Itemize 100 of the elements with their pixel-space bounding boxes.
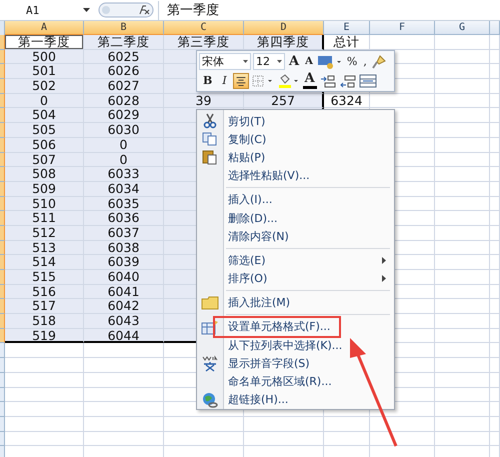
menu-item[interactable]: 设置单元格格式(F)... xyxy=(197,318,394,336)
row-header[interactable] xyxy=(0,226,5,241)
menu-item[interactable]: 删除(D)... xyxy=(197,208,394,228)
brush-icon[interactable] xyxy=(370,54,387,70)
table-cell: 6042 xyxy=(84,299,164,314)
function-icon[interactable] xyxy=(98,2,154,18)
select-all-corner[interactable] xyxy=(0,21,5,35)
row-header[interactable] xyxy=(0,79,5,94)
font-dropdown[interactable]: 宋体 xyxy=(199,53,251,70)
increase-decimal-icon[interactable] xyxy=(318,72,337,88)
italic-button[interactable]: I xyxy=(218,72,231,89)
table-cell xyxy=(435,123,490,138)
row-header[interactable] xyxy=(0,50,5,64)
table-cell: 6025 xyxy=(84,50,164,64)
table-cell xyxy=(490,343,500,358)
menu-item[interactable]: 清除内容(N) xyxy=(197,227,394,246)
column-header[interactable]: C xyxy=(164,21,244,35)
format-button[interactable]: , xyxy=(361,53,369,70)
table-cell: 507 xyxy=(5,152,84,168)
table-cell xyxy=(490,314,500,329)
align-center-icon[interactable] xyxy=(232,72,249,88)
menu-item[interactable]: 复制(C) xyxy=(197,130,394,148)
column-header[interactable]: E xyxy=(324,21,370,35)
bold-button[interactable]: B xyxy=(199,72,216,89)
row-header[interactable] xyxy=(0,167,5,182)
table-cell xyxy=(490,64,500,80)
row-header[interactable] xyxy=(0,240,5,256)
row-header[interactable] xyxy=(0,270,5,285)
row-header[interactable] xyxy=(0,328,5,344)
menu-item[interactable]: 超链接(H)... xyxy=(197,390,394,409)
shrink-font-button[interactable]: A xyxy=(303,53,315,70)
row-header[interactable] xyxy=(0,108,5,124)
table-cell: 6036 xyxy=(84,211,164,226)
column-header[interactable]: F xyxy=(370,21,435,35)
row-header[interactable] xyxy=(0,416,5,432)
row-header[interactable] xyxy=(0,138,5,152)
column-header[interactable]: D xyxy=(244,21,324,35)
table-cell: 504 xyxy=(5,108,84,124)
column-header[interactable]: B xyxy=(84,21,164,35)
formula-field[interactable]: 第一季度 xyxy=(158,0,500,20)
table-cell: 0 xyxy=(5,94,84,108)
table-cell xyxy=(490,35,500,50)
table-cell: 第一季度 xyxy=(5,35,84,50)
table-cell: 6034 xyxy=(84,182,164,197)
menu-item[interactable]: 选择性粘贴(V)... xyxy=(197,166,394,185)
table-cell xyxy=(490,358,500,373)
row-header[interactable] xyxy=(0,182,5,197)
row-header[interactable] xyxy=(0,64,5,80)
table-cell xyxy=(435,226,490,241)
name-box[interactable]: A1 xyxy=(0,1,94,19)
table-cell xyxy=(490,79,500,94)
column-header[interactable]: G xyxy=(435,21,490,35)
menu-item[interactable]: 插入批注(M) xyxy=(197,294,394,312)
menu-item[interactable]: 从下拉列表中选择(K)... xyxy=(197,336,394,354)
row-header[interactable] xyxy=(0,343,5,358)
row-header[interactable] xyxy=(0,358,5,373)
format-button[interactable]: % xyxy=(344,53,360,70)
menu-item[interactable]: 剪切(T) xyxy=(197,112,394,130)
merge-cells-icon[interactable] xyxy=(358,72,377,88)
table-cell xyxy=(435,432,490,446)
menu-item[interactable]: 显示拼音字段(S) xyxy=(197,354,394,372)
table-cell xyxy=(490,152,500,168)
table-cell: 505 xyxy=(5,123,84,138)
row-header[interactable] xyxy=(0,94,5,108)
row-header[interactable] xyxy=(0,284,5,300)
dropdown-arrow-icon[interactable] xyxy=(277,60,282,63)
table-icon xyxy=(201,318,219,335)
row-header[interactable] xyxy=(0,211,5,226)
row-header[interactable] xyxy=(0,152,5,168)
table-cell xyxy=(490,196,500,212)
table-cell: 6028 xyxy=(84,94,164,108)
row-header[interactable] xyxy=(0,35,5,50)
table-cell xyxy=(435,64,490,80)
menu-item[interactable]: 粘贴(P) xyxy=(197,148,394,167)
menu-item[interactable]: 筛选(E) xyxy=(197,251,394,270)
menu-item[interactable]: 命名单元格区域(R)... xyxy=(197,372,394,391)
column-header[interactable] xyxy=(490,21,500,35)
row-header[interactable] xyxy=(0,314,5,329)
size-dropdown[interactable]: 12 xyxy=(253,53,285,70)
row-header[interactable] xyxy=(0,432,5,446)
table-cell xyxy=(490,108,500,124)
row-header[interactable] xyxy=(0,196,5,212)
money-icon[interactable] xyxy=(316,54,343,70)
dropdown-arrow-icon[interactable] xyxy=(243,60,248,63)
row-header[interactable] xyxy=(0,446,5,457)
table-cell: 500 xyxy=(5,50,84,64)
row-header[interactable] xyxy=(0,402,5,417)
grow-font-button[interactable]: A xyxy=(287,53,302,70)
menu-item[interactable]: 排序(O) xyxy=(197,270,394,288)
scissors-icon xyxy=(203,113,217,130)
row-header[interactable] xyxy=(0,388,5,402)
table-cell xyxy=(490,211,500,226)
row-header[interactable] xyxy=(0,299,5,314)
row-header[interactable] xyxy=(0,372,5,388)
row-header[interactable] xyxy=(0,255,5,270)
column-header[interactable]: A xyxy=(5,21,84,35)
menu-item[interactable]: 插入(I)... xyxy=(197,190,394,209)
table-cell xyxy=(490,270,500,285)
decrease-decimal-icon[interactable] xyxy=(338,72,357,88)
row-header[interactable] xyxy=(0,123,5,138)
